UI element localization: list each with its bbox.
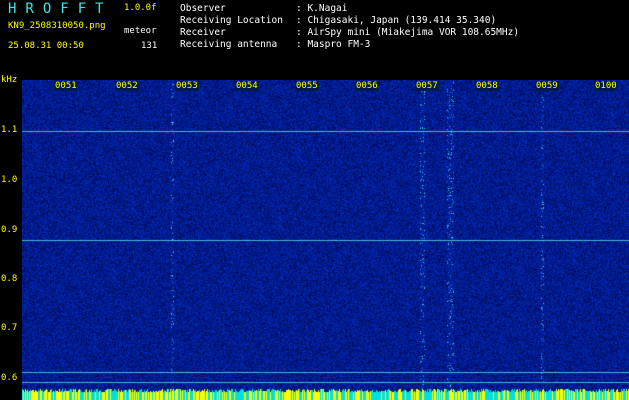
spectrogram-canvas [22,80,629,400]
datetime-label: 25.08.31 00:50 [8,41,84,51]
version-label: 1.0.0f [124,3,157,13]
location-value: : Chigasaki, Japan (139.414 35.340) [296,15,497,26]
y-tick-label: 0.7 [1,323,18,333]
y-tick-label: 0.6 [1,373,18,383]
x-tick-label: 0054 [235,81,259,91]
x-tick-label: 0056 [355,81,379,91]
receiver-value: : AirSpy mini (Miakejima VOR 108.65MHz) [296,27,520,38]
location-label: Receiving Location [180,15,283,26]
x-tick-label: 0059 [535,81,559,91]
x-tick-label: 0100 [594,81,618,91]
filename-label: KN9_2508310050.png [8,21,106,31]
x-tick-label: 0058 [475,81,499,91]
antenna-value: : Maspro FM-3 [296,39,371,50]
y-tick-label: 1.0 [1,175,18,185]
antenna-label: Receiving antenna [180,39,278,50]
y-tick-label: 1.1 [1,125,18,135]
mode-label: meteor [124,26,157,36]
observer-value: : K.Nagai [296,3,348,14]
unit-label: kHz [1,75,18,85]
header-panel: HROFFT 1.0.0f KN9_2508310050.png meteor … [0,0,629,80]
x-tick-label: 0051 [54,81,78,91]
receiver-label: Receiver [180,27,226,38]
count-label: 131 [141,41,158,51]
app-title: HROFFT [8,1,113,17]
y-tick-label: 0.8 [1,274,18,284]
x-tick-label: 0052 [115,81,139,91]
x-tick-label: 0055 [295,81,319,91]
y-tick-label: 0.9 [1,225,18,235]
x-tick-label: 0057 [415,81,439,91]
observer-label: Observer [180,3,226,14]
x-tick-label: 0053 [175,81,199,91]
